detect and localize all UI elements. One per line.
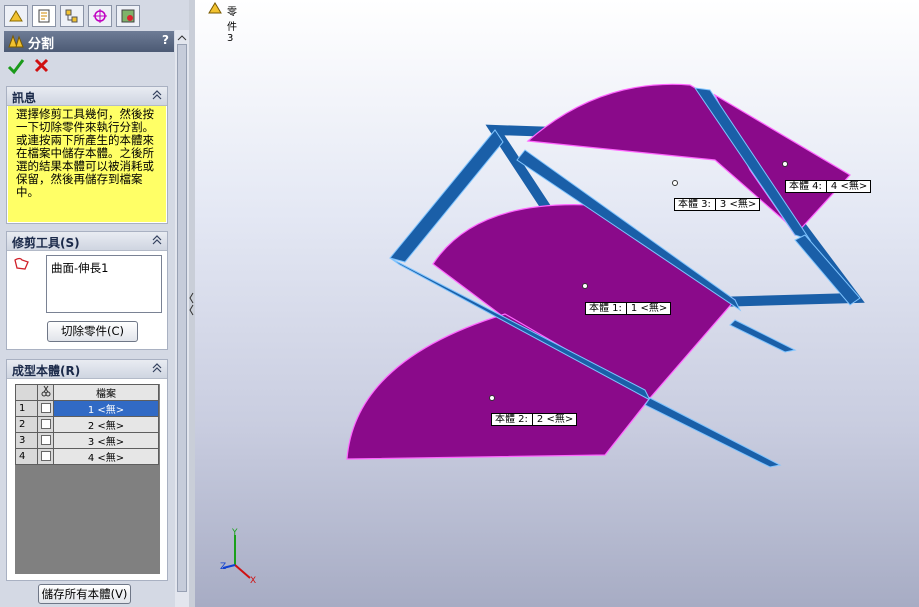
save-all-bodies-button[interactable]: 儲存所有本體(V): [38, 584, 131, 604]
surface-selection-icon: [14, 257, 29, 270]
callout-name: 本體 3:: [678, 199, 711, 210]
body-1-callout[interactable]: 本體 1: 1 <無>: [585, 302, 672, 315]
list-item[interactable]: 曲面-伸長1: [51, 260, 157, 276]
consume-checkbox[interactable]: [37, 448, 54, 465]
body-4-callout[interactable]: 本體 4: 4 <無>: [785, 180, 872, 193]
manager-tabs: [0, 0, 189, 30]
collapse-icon[interactable]: [151, 89, 163, 101]
trim-tools-header[interactable]: 修剪工具(S): [7, 232, 167, 251]
trim-tool-list[interactable]: 曲面-伸長1: [46, 255, 162, 313]
body-3-marker: [672, 180, 678, 186]
ok-button[interactable]: [7, 57, 27, 77]
callout-name: 本體 1:: [589, 303, 622, 314]
cancel-button[interactable]: [33, 57, 53, 77]
row-number: 2: [15, 416, 38, 433]
file-cell[interactable]: 3 <無>: [53, 432, 159, 449]
configuration-manager-icon: [65, 9, 78, 23]
graphics-area[interactable]: 零件3 本體 3: 3 <無> 本體 4: 4 <無> 本體 1: 1 <無> 本體 …: [195, 0, 919, 607]
table-row[interactable]: 1 1 <無>: [15, 400, 159, 417]
callout-name: 本體 4:: [789, 181, 822, 192]
resulting-bodies-header[interactable]: 成型本體(R): [7, 360, 167, 379]
callout-name: 本體 2:: [495, 414, 528, 425]
feature-title: 分割: [28, 37, 55, 52]
message-header[interactable]: 訊息: [7, 87, 167, 106]
bodies-table: 檔案 1 1 <無> 2 2 <無> 3 3 <無> 4 4 <無>: [15, 384, 160, 574]
model-view: [222, 83, 865, 579]
axis-z-label: Z: [220, 562, 227, 572]
scroll-up-icon[interactable]: [175, 32, 189, 44]
split-feature-icon: [8, 34, 24, 48]
file-cell[interactable]: 1 <無>: [53, 400, 159, 417]
trim-tools-header-label: 修剪工具(S): [12, 236, 80, 250]
trim-plane-edge: [729, 319, 797, 353]
callout-value: 2 <無>: [531, 414, 574, 425]
checkmark-icon: [7, 59, 25, 75]
panel-scrollbar[interactable]: [175, 30, 189, 607]
scroll-thumb[interactable]: [177, 44, 187, 592]
feature-manager-tab[interactable]: [4, 5, 28, 27]
body-1-marker: [582, 283, 588, 289]
callout-value: 3 <無>: [714, 199, 757, 210]
axis-triad: [222, 535, 251, 579]
display-manager-icon: [121, 9, 135, 23]
table-row[interactable]: 4 4 <無>: [15, 448, 159, 465]
help-button[interactable]: ?: [162, 33, 169, 47]
table-row[interactable]: 2 2 <無>: [15, 416, 159, 433]
dimxpert-icon: [93, 9, 107, 23]
column-header-number: [15, 384, 38, 401]
close-icon: [34, 58, 49, 73]
column-header-file: 檔案: [53, 384, 159, 401]
file-cell[interactable]: 4 <無>: [53, 448, 159, 465]
scissors-icon: [41, 385, 50, 397]
consume-checkbox[interactable]: [37, 432, 54, 449]
row-number: 3: [15, 432, 38, 449]
axis-x-label: X: [250, 576, 257, 586]
message-text: 選擇修剪工具幾何，然後按一下切除零件來執行分割。或連按兩下所產生的本體來在檔案中…: [8, 106, 166, 222]
callout-value: 4 <無>: [825, 181, 868, 192]
trim-tools-box: 修剪工具(S) 曲面-伸長1 切除零件(C): [6, 231, 168, 350]
body-2-callout[interactable]: 本體 2: 2 <無>: [491, 413, 578, 426]
body-3-callout[interactable]: 本體 3: 3 <無>: [674, 198, 761, 211]
message-header-label: 訊息: [12, 91, 37, 105]
row-number: 1: [15, 400, 38, 417]
consume-checkbox[interactable]: [37, 416, 54, 433]
body-2-marker: [489, 395, 495, 401]
resulting-bodies-header-label: 成型本體(R): [12, 364, 81, 378]
table-header-row: 檔案: [15, 384, 159, 401]
property-manager-tab[interactable]: [32, 5, 56, 27]
consume-checkbox[interactable]: [37, 400, 54, 417]
trim-plane-edge: [644, 397, 782, 468]
row-number: 4: [15, 448, 38, 465]
property-manager-icon: [38, 9, 50, 23]
message-box: 訊息 選擇修剪工具幾何，然後按一下切除零件來執行分割。或連按兩下所產生的本體來在…: [6, 86, 168, 224]
file-cell[interactable]: 2 <無>: [53, 416, 159, 433]
body-4-marker: [782, 161, 788, 167]
resulting-bodies-box: 成型本體(R) 檔案 1 1 <無> 2 2 <無> 3 3 <無> 4 4 <…: [6, 359, 168, 581]
collapse-icon[interactable]: [151, 362, 163, 374]
feature-header: 分割 ?: [4, 31, 174, 52]
property-manager-panel: 分割 ? 訊息 選擇修剪工具幾何，然後按一下切除零件來執行分割。或連按兩下所產生…: [0, 0, 189, 607]
configuration-manager-tab[interactable]: [60, 5, 84, 27]
column-header-scissors: [37, 384, 54, 401]
table-row[interactable]: 3 3 <無>: [15, 432, 159, 449]
callout-value: 1 <無>: [625, 303, 668, 314]
feature-manager-icon: [9, 10, 23, 22]
cut-part-button[interactable]: 切除零件(C): [47, 321, 138, 342]
display-manager-tab[interactable]: [116, 5, 140, 27]
axis-y-label: Y: [232, 528, 238, 538]
collapse-icon[interactable]: [151, 234, 163, 246]
dimxpert-tab[interactable]: [88, 5, 112, 27]
